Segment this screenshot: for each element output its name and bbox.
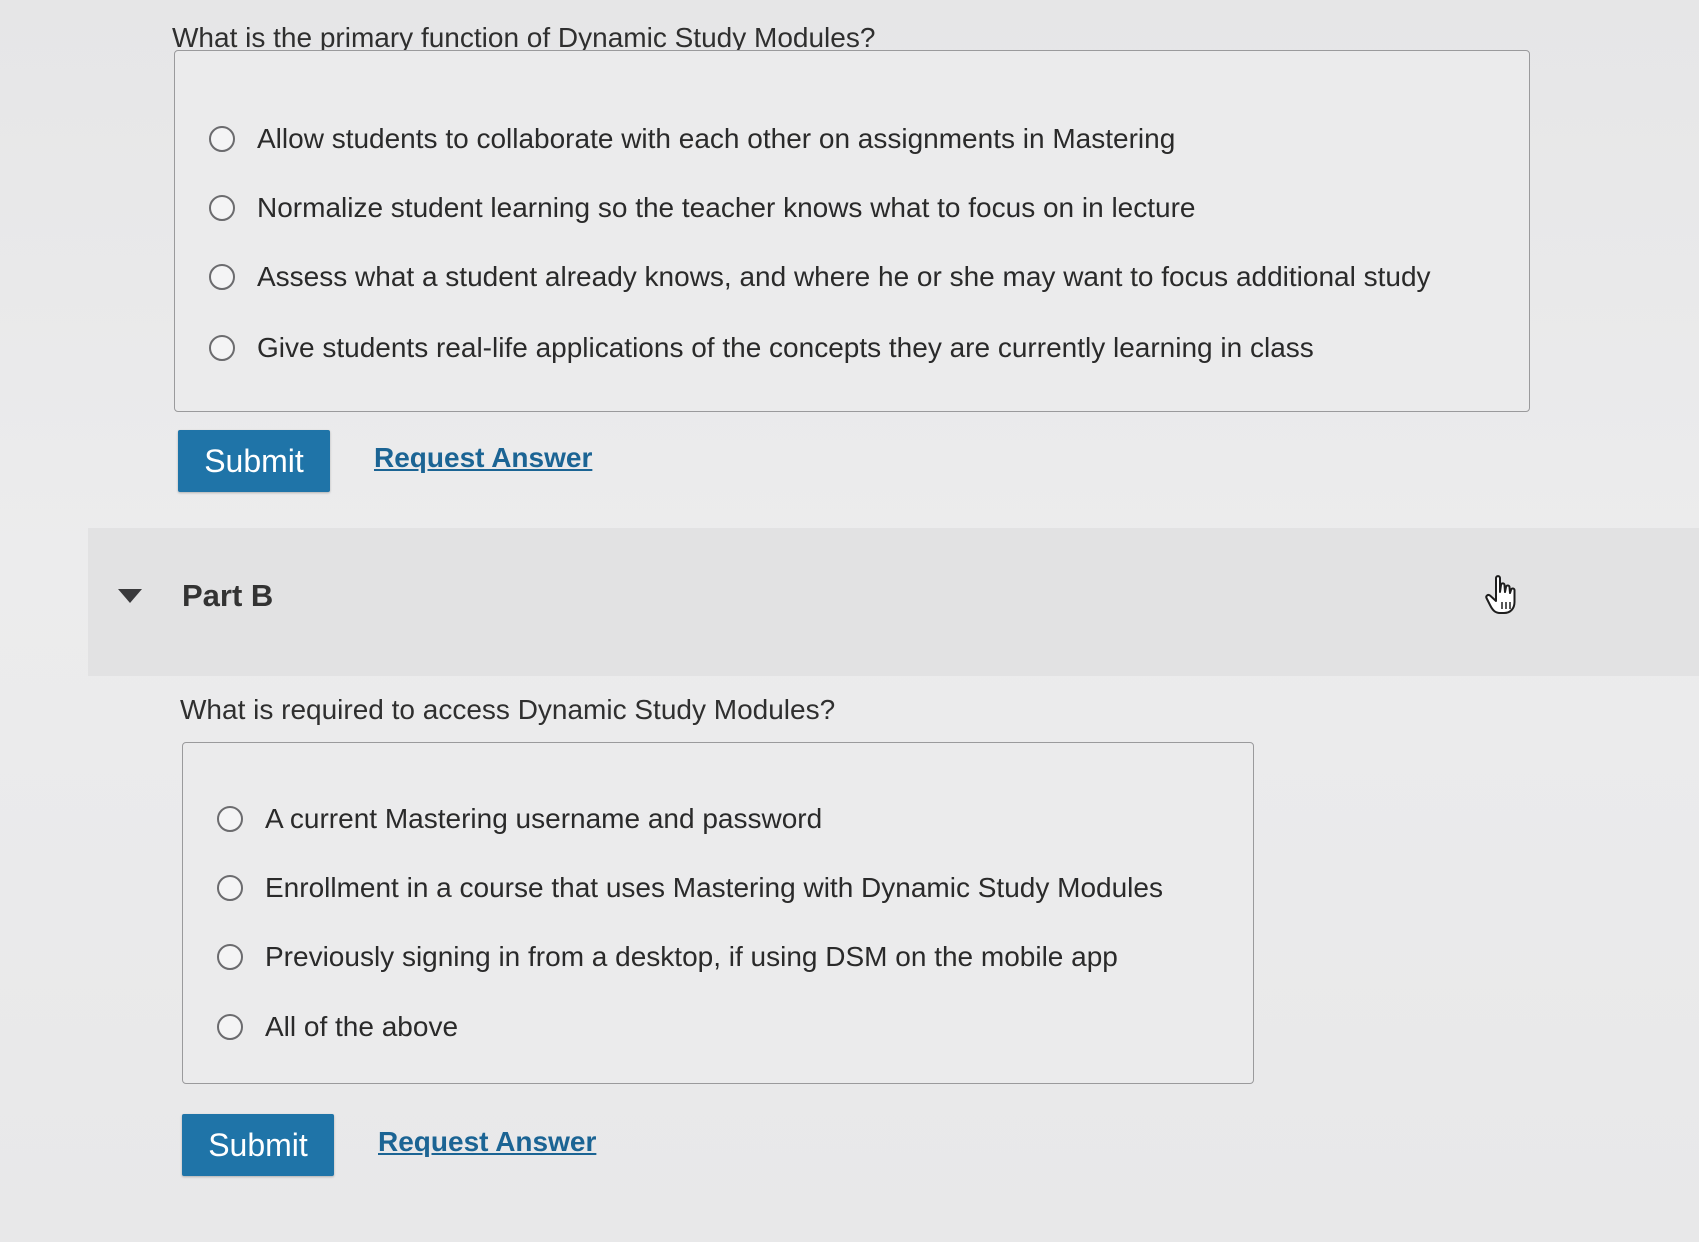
- option-label: A current Mastering username and passwor…: [265, 803, 823, 834]
- part-a-option-4[interactable]: Give students real-life applications of …: [209, 332, 1314, 364]
- option-label: Give students real-life applications of …: [257, 332, 1314, 363]
- radio-empty-icon[interactable]: [217, 1014, 243, 1040]
- option-label: Normalize student learning so the teache…: [257, 192, 1196, 223]
- radio-empty-icon[interactable]: [217, 944, 243, 970]
- radio-empty-icon[interactable]: [209, 126, 235, 152]
- option-label: Assess what a student already knows, and…: [257, 261, 1431, 292]
- hand-pointer-icon: [1485, 575, 1516, 614]
- part-b-options-box: A current Mastering username and passwor…: [182, 742, 1254, 1084]
- part-b-option-4[interactable]: All of the above: [217, 1011, 458, 1043]
- part-b-option-2[interactable]: Enrollment in a course that uses Masteri…: [217, 872, 1163, 904]
- radio-empty-icon[interactable]: [209, 195, 235, 221]
- option-label: Allow students to collaborate with each …: [257, 123, 1176, 154]
- part-a-option-3[interactable]: Assess what a student already knows, and…: [209, 261, 1431, 293]
- part-b-header[interactable]: Part B: [118, 578, 273, 614]
- caret-down-icon[interactable]: [118, 589, 142, 603]
- part-b-title: Part B: [182, 578, 274, 613]
- part-b-request-answer-link[interactable]: Request Answer: [378, 1126, 596, 1158]
- part-a-request-answer-link[interactable]: Request Answer: [374, 442, 592, 474]
- part-b-option-1[interactable]: A current Mastering username and passwor…: [217, 803, 822, 835]
- option-label: Previously signing in from a desktop, if…: [265, 941, 1118, 972]
- radio-empty-icon[interactable]: [209, 335, 235, 361]
- radio-empty-icon[interactable]: [217, 875, 243, 901]
- part-a-options-box: Allow students to collaborate with each …: [174, 50, 1530, 412]
- part-b-header-band: [88, 528, 1699, 676]
- part-b-submit-button[interactable]: Submit: [182, 1114, 334, 1176]
- option-label: Enrollment in a course that uses Masteri…: [265, 872, 1163, 903]
- radio-empty-icon[interactable]: [217, 806, 243, 832]
- part-a-submit-button[interactable]: Submit: [178, 430, 330, 492]
- part-a-option-1[interactable]: Allow students to collaborate with each …: [209, 123, 1175, 155]
- radio-empty-icon[interactable]: [209, 264, 235, 290]
- part-a-option-2[interactable]: Normalize student learning so the teache…: [209, 192, 1196, 224]
- page: What is the primary function of Dynamic …: [0, 0, 1699, 1242]
- part-b-option-3[interactable]: Previously signing in from a desktop, if…: [217, 941, 1118, 973]
- part-b-question: What is required to access Dynamic Study…: [180, 694, 836, 725]
- option-label: All of the above: [265, 1011, 459, 1042]
